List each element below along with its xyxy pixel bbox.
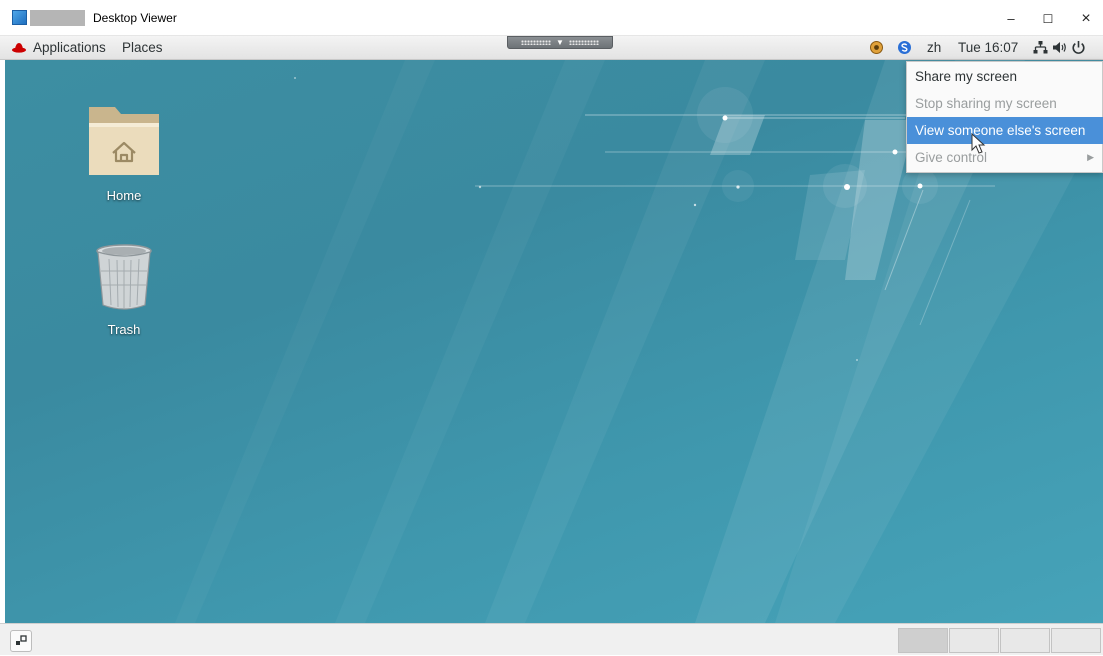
- network-wired-icon[interactable]: [1033, 40, 1048, 55]
- input-language-indicator[interactable]: zh: [927, 39, 941, 57]
- bottom-panel: [0, 623, 1103, 655]
- window-title: Desktop Viewer: [93, 11, 177, 25]
- mouse-cursor-icon: [971, 133, 986, 154]
- volume-icon[interactable]: [1052, 40, 1067, 55]
- screen-share-menu: Share my screen Stop sharing my screen V…: [906, 61, 1103, 173]
- menu-item-give-control[interactable]: Give control ▶: [907, 144, 1103, 171]
- minimize-button[interactable]: –: [994, 6, 1028, 32]
- workspace-3[interactable]: [1000, 628, 1050, 653]
- desktop-icon-trash[interactable]: Trash: [84, 243, 164, 337]
- show-desktop-button[interactable]: [10, 630, 32, 652]
- app-icon: [12, 10, 27, 25]
- menu-item-stop-sharing[interactable]: Stop sharing my screen: [907, 90, 1103, 117]
- redhat-logo-icon: [12, 43, 26, 53]
- home-folder-icon: [89, 107, 159, 175]
- viewer-toolbar-handle[interactable]: ▼: [507, 36, 613, 49]
- workspace-2[interactable]: [949, 628, 999, 653]
- close-button[interactable]: ×: [1069, 6, 1103, 32]
- pin-icon[interactable]: ▼: [556, 38, 564, 47]
- places-menu[interactable]: Places: [122, 39, 163, 57]
- menu-item-view-someone-elses-screen[interactable]: View someone else's screen: [907, 117, 1103, 144]
- maximize-button[interactable]: ☐: [1031, 6, 1065, 32]
- clock[interactable]: Tue 16:07: [958, 39, 1018, 57]
- redacted-title-area: [30, 10, 85, 26]
- desktop-icon-label: Home: [106, 188, 142, 203]
- power-icon[interactable]: [1071, 40, 1086, 55]
- workspace-4[interactable]: [1051, 628, 1101, 653]
- menu-item-share-my-screen[interactable]: Share my screen: [907, 63, 1103, 90]
- gnome-top-bar: Applications Places ▼ zh Tue 16:07: [0, 36, 1103, 60]
- desktop-icon-home[interactable]: Home: [84, 101, 164, 203]
- window-list-icon: [16, 635, 27, 645]
- status-notifier-icon[interactable]: [869, 40, 884, 55]
- applications-menu[interactable]: Applications: [33, 39, 106, 57]
- trash-icon: [96, 244, 152, 310]
- desktop-icon-label: Trash: [107, 322, 141, 337]
- screen-share-icon[interactable]: [897, 40, 912, 55]
- window-titlebar[interactable]: Desktop Viewer – ☐ ×: [0, 0, 1103, 36]
- workspace-1[interactable]: [898, 628, 948, 653]
- submenu-arrow-icon: ▶: [1087, 152, 1094, 162]
- grip-icon: [521, 40, 552, 45]
- grip-icon: [568, 40, 599, 45]
